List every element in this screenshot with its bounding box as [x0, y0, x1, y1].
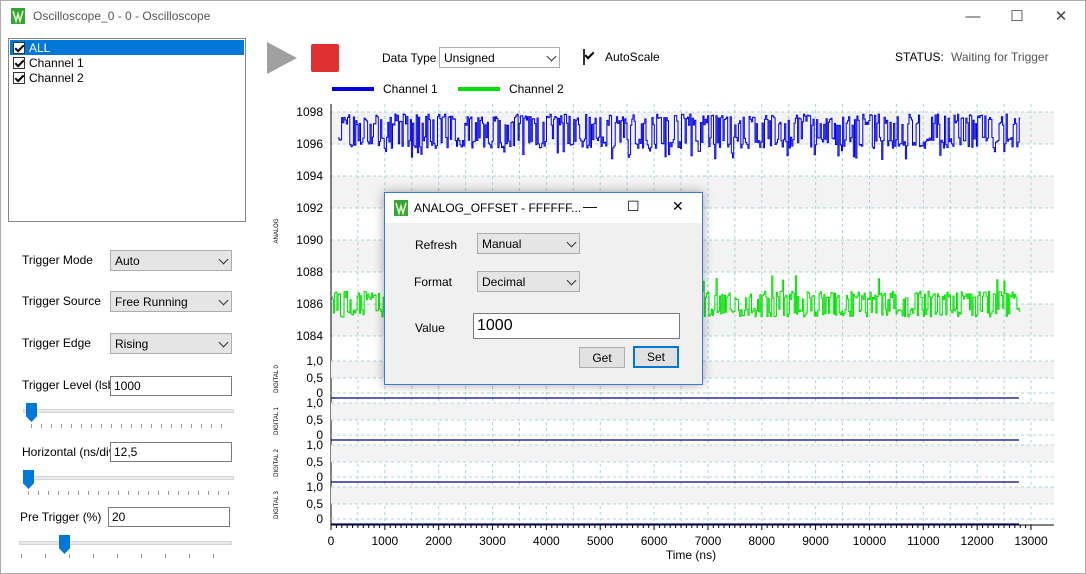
x-tick-label: 10000: [853, 534, 887, 548]
x-tick-label: 7000: [695, 534, 722, 548]
x-tick-label: 4000: [533, 534, 560, 548]
refresh-select[interactable]: Manual: [477, 233, 580, 254]
chevron-down-icon: [566, 237, 577, 248]
x-tick-label: 13000: [1014, 534, 1048, 548]
x-tick-label: 0: [328, 534, 335, 548]
plot-band: [331, 403, 1054, 420]
oscilloscope-window: Oscilloscope_0 - 0 - Oscilloscope — ☐ ✕ …: [0, 0, 1086, 574]
digital-y-tick-label: 0,5: [306, 371, 323, 385]
x-tick-label: 8000: [748, 534, 775, 548]
x-tick-label: 6000: [641, 534, 668, 548]
x-tick-label: 2000: [425, 534, 452, 548]
y-tick-label: 1092: [296, 201, 323, 215]
y-tick-label: 1084: [296, 329, 323, 343]
digital-y-tick-label: 0,5: [306, 497, 323, 511]
x-tick-label: 11000: [907, 534, 940, 548]
format-label: Format: [414, 275, 453, 289]
dialog-minimize-button[interactable]: —: [583, 198, 597, 214]
x-tick-label: 3000: [479, 534, 506, 548]
format-select[interactable]: Decimal: [477, 271, 580, 292]
y-tick-label: 1096: [296, 137, 323, 151]
x-tick-label: 1000: [371, 534, 398, 548]
value-label: Value: [415, 321, 445, 335]
refresh-value: Manual: [482, 236, 522, 251]
digital-y-tick-label: 0,5: [306, 455, 323, 469]
plot-band: [331, 445, 1054, 462]
app-icon: [394, 200, 408, 216]
dialog-title: ANALOG_OFFSET - FFFFFF...: [414, 201, 582, 215]
digital-y-tick-label: 1,0: [306, 480, 323, 494]
y-tick-label: 1098: [296, 105, 323, 119]
y-tick-label: 1094: [296, 169, 323, 183]
digital-y-tick-label: 1,0: [306, 438, 323, 452]
digital-y-tick-label: 1,0: [306, 396, 323, 410]
x-tick-label: 12000: [960, 534, 994, 548]
set-button[interactable]: Set: [633, 346, 679, 368]
digital-axis-label: DIGITAL 3: [274, 491, 280, 519]
analog-axis-label: ANALOG: [274, 218, 280, 243]
plot-band: [331, 487, 1054, 504]
dialog-close-button[interactable]: ✕: [672, 198, 684, 215]
digital-y-tick-label: 0,5: [306, 413, 323, 427]
y-tick-label: 1086: [296, 297, 323, 311]
digital-axis-label: DIGITAL 1: [274, 407, 280, 435]
digital-axis-label: DIGITAL 0: [274, 365, 280, 393]
y-tick-label: 1090: [296, 233, 323, 247]
get-button[interactable]: Get: [579, 347, 625, 368]
analog-offset-dialog: ANALOG_OFFSET - FFFFFF... — ☐ ✕ Refresh …: [384, 192, 703, 385]
refresh-label: Refresh: [415, 238, 458, 252]
digital-y-tick-label: 1,0: [306, 354, 323, 368]
digital-y-tick-label: 0: [316, 512, 323, 526]
dialog-maximize-button[interactable]: ☐: [627, 198, 640, 215]
x-tick-label: 9000: [802, 534, 829, 548]
digital-axis-label: DIGITAL 2: [274, 449, 280, 477]
x-tick-label: 5000: [587, 534, 614, 548]
value-input[interactable]: 1000: [473, 313, 680, 339]
dialog-title-bar: ANALOG_OFFSET - FFFFFF... — ☐ ✕: [385, 193, 702, 223]
chevron-down-icon: [566, 275, 577, 286]
y-tick-label: 1088: [296, 265, 323, 279]
x-axis-label: Time (ns): [666, 548, 716, 562]
format-value: Decimal: [482, 274, 526, 289]
